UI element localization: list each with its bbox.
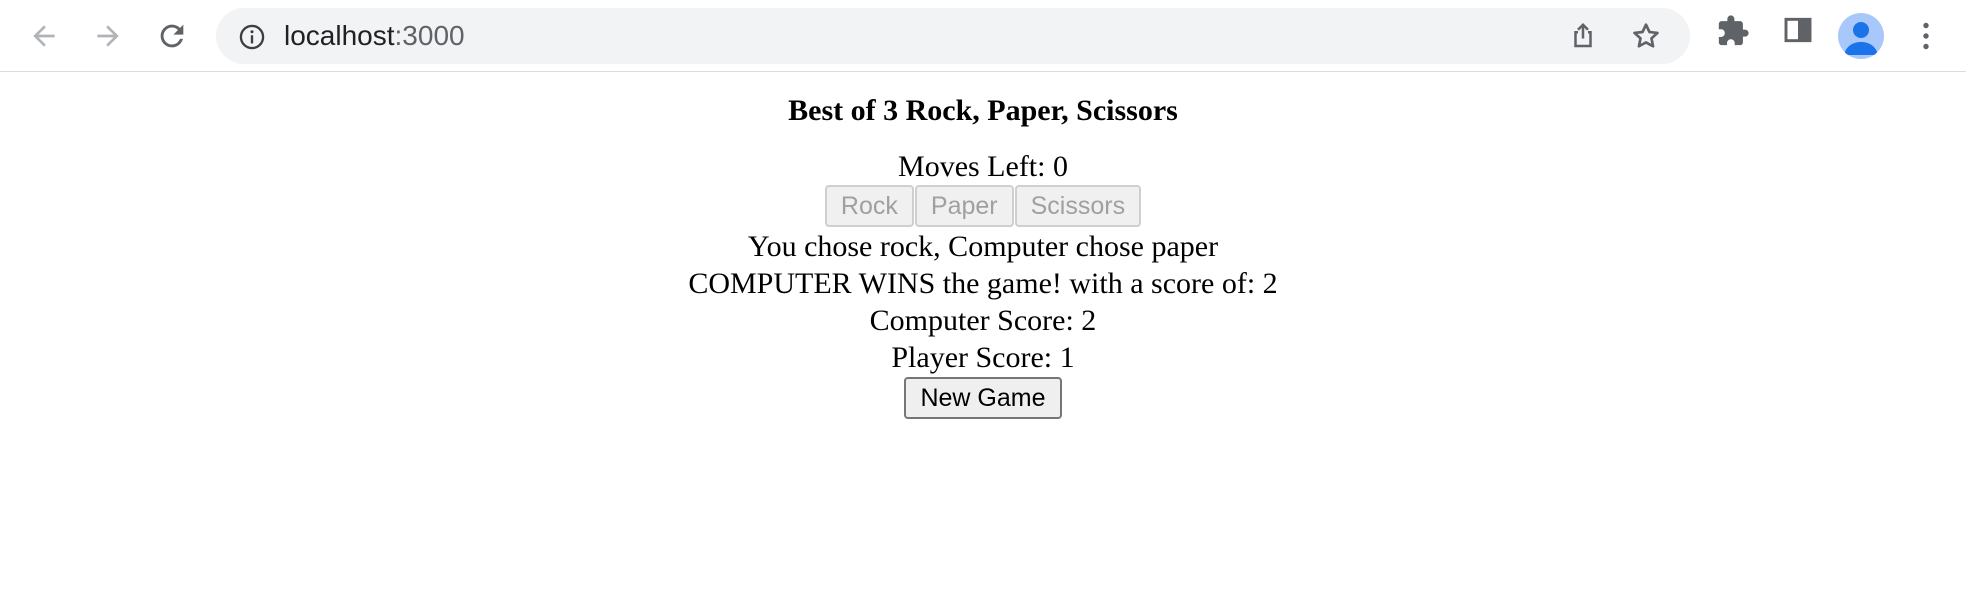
- rock-button[interactable]: Rock: [824, 185, 914, 227]
- profile-avatar[interactable]: [1838, 13, 1884, 59]
- reload-button[interactable]: [152, 16, 192, 56]
- paper-button[interactable]: Paper: [914, 185, 1014, 227]
- forward-button[interactable]: [88, 16, 128, 56]
- choice-buttons: Rock Paper Scissors: [0, 185, 1966, 227]
- reload-icon: [155, 19, 189, 53]
- scissors-button[interactable]: Scissors: [1014, 185, 1142, 227]
- browser-toolbar: localhost:3000: [0, 0, 1966, 72]
- new-game-button[interactable]: New Game: [904, 377, 1062, 419]
- address-bar[interactable]: localhost:3000: [216, 8, 1690, 64]
- share-icon[interactable]: [1568, 21, 1598, 56]
- bookmark-star-icon[interactable]: [1630, 20, 1662, 57]
- back-icon: [28, 20, 60, 52]
- forward-icon: [92, 20, 124, 52]
- url-host: localhost: [284, 20, 395, 51]
- site-info-icon[interactable]: [238, 23, 266, 56]
- computer-score-text: Computer Score: 2: [869, 304, 1097, 337]
- winner-text: COMPUTER WINS the game! with a score of:…: [688, 267, 1278, 300]
- page-title: Best of 3 Rock, Paper, Scissors: [788, 94, 1178, 127]
- url-text: localhost:3000: [284, 8, 465, 64]
- moves-left-text: Moves Left: 0: [898, 150, 1068, 183]
- back-button[interactable]: [24, 16, 64, 56]
- round-result-text: You chose rock, Computer chose paper: [747, 230, 1219, 263]
- menu-icon[interactable]: [1908, 18, 1944, 59]
- side-panel-icon[interactable]: [1782, 14, 1814, 51]
- player-score-text: Player Score: 1: [891, 341, 1075, 374]
- url-port: :3000: [394, 20, 465, 51]
- game-page: Best of 3 Rock, Paper, Scissors Moves Le…: [0, 72, 1966, 419]
- extensions-icon[interactable]: [1716, 14, 1750, 53]
